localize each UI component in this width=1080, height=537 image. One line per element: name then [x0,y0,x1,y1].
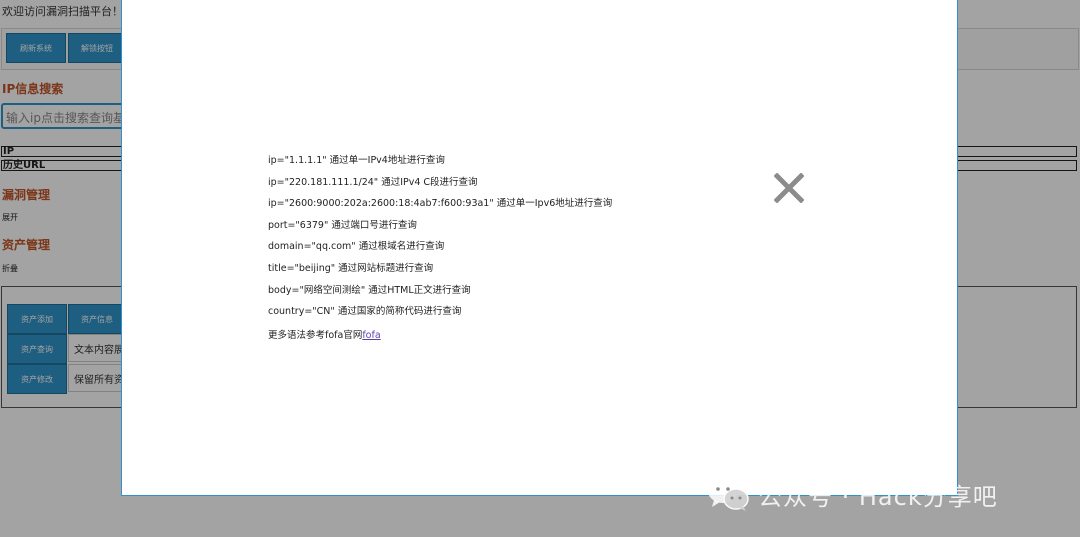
syntax-help-item: country="CN" 通过国家的简称代码进行查询 [268,305,612,327]
syntax-description: 通过IPv4 C段进行查询 [381,176,478,188]
syntax-help-list: ip="1.1.1.1" 通过单一IPv4地址进行查询 ip="220.181.1… [268,154,612,327]
more-syntax-line: 更多语法参考fofa官网fofa [268,327,381,341]
syntax-help-item: ip="220.181.111.1/24" 通过IPv4 C段进行查询 [268,176,612,198]
more-syntax-text: 更多语法参考fofa官网 [268,330,363,341]
syntax-description: 通过单一IPv4地址进行查询 [329,155,445,166]
syntax-help-item: domain="qq.com" 通过根域名进行查询 [268,240,612,262]
syntax-code: body="网络空间测绘" [268,284,366,296]
syntax-code: country="CN" [268,306,335,318]
syntax-help-item: port="6379" 通过端口号进行查询 [268,219,612,241]
watermark-text: 公众号 · Hack分享吧 [758,482,998,511]
syntax-description: 通过端口号进行查询 [331,219,417,231]
syntax-description: 通过HTML正文进行查询 [368,284,471,296]
syntax-code: ip="220.181.111.1/24" [268,176,379,188]
syntax-code: domain="qq.com" [268,241,356,253]
wechat-watermark: 公众号 · Hack分享吧 [706,474,998,514]
syntax-description: 通过根域名进行查询 [358,241,445,253]
syntax-code: port="6379" [268,219,329,231]
syntax-help-item: body="网络空间测绘" 通过HTML正文进行查询 [268,284,612,306]
syntax-help-item: title="beijing" 通过网站标题进行查询 [268,262,612,284]
close-icon [774,173,804,203]
syntax-code: title="beijing" [268,262,336,274]
syntax-help-item: ip="1.1.1.1" 通过单一IPv4地址进行查询 [268,154,612,176]
syntax-code: ip="1.1.1.1" [268,155,327,166]
close-button[interactable] [770,169,808,207]
syntax-help-item: ip="2600:9000:202a:2600:18:4ab7:f600:93a… [268,197,612,219]
syntax-description: 通过网站标题进行查询 [338,262,434,274]
syntax-code: ip="2600:9000:202a:2600:18:4ab7:f600:93a… [268,198,494,210]
search-syntax-modal: ip="1.1.1.1" 通过单一IPv4地址进行查询 ip="220.181.1… [121,0,958,496]
fofa-link[interactable]: fofa [362,330,380,341]
wechat-icon [708,479,749,511]
syntax-description: 通过单一Ipv6地址进行查询 [496,198,613,210]
syntax-description: 通过国家的简称代码进行查询 [337,306,462,318]
